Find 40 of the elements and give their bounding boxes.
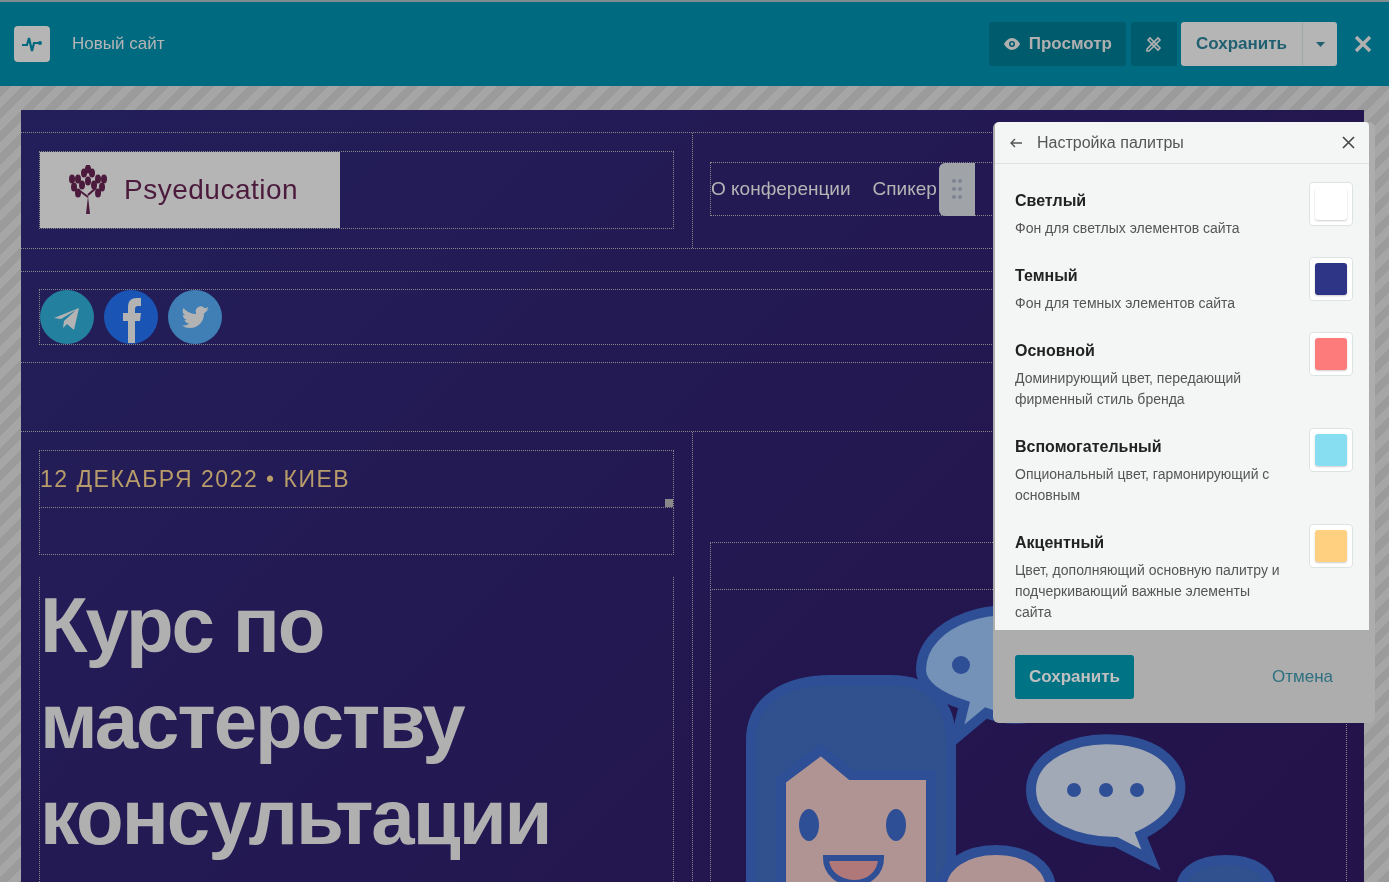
drag-handle[interactable] [938, 162, 975, 216]
nav-link[interactable]: О конференции [711, 178, 851, 200]
color-name: Основной [1015, 342, 1096, 360]
pencil-ruler-icon [1143, 34, 1164, 54]
color-name: Светлый [1015, 192, 1088, 210]
course-heading: Курс по мастерству консультации [40, 580, 552, 863]
panel-title: Настройка палитры [1037, 133, 1185, 152]
cancel-button[interactable]: Отмена [1266, 665, 1339, 688]
color-picker[interactable] [1309, 332, 1353, 376]
caret-icon [1315, 41, 1325, 47]
color-description: Доминирующий цвет, передающий фирменный стиль бренда [1015, 369, 1243, 409]
color-picker[interactable] [1309, 524, 1353, 568]
design-tools-button[interactable] [1130, 22, 1177, 66]
color-description: Цвет, дополняющий основную палитру и подчеркивающий важные элементы сайта [1015, 561, 1281, 622]
logo-image[interactable]: Psyeducation [40, 152, 340, 228]
pulse-logo-icon[interactable] [14, 26, 50, 62]
color-picker[interactable] [1309, 182, 1353, 226]
twitter-icon[interactable] [168, 290, 222, 344]
facebook-icon[interactable] [104, 290, 158, 344]
color-picker[interactable] [1309, 257, 1353, 301]
resize-handle[interactable] [665, 499, 673, 507]
nav-link[interactable]: Спикер [872, 178, 937, 200]
save-button[interactable]: Сохранить [1015, 654, 1135, 699]
color-description: Опциональный цвет, гармонирующий с основным [1015, 465, 1271, 505]
site-title: Новый сайт [72, 34, 165, 54]
color-name: Темный [1015, 267, 1079, 285]
telegram-icon[interactable] [40, 290, 94, 344]
back-arrow-icon[interactable] [1009, 137, 1023, 148]
eye-icon [1002, 38, 1021, 50]
preview-button[interactable]: Просмотр [988, 22, 1126, 66]
color-name: Вспомогательный [1015, 438, 1163, 456]
color-description: Фон для темных элементов сайта [1015, 294, 1237, 313]
color-description: Фон для светлых элементов сайта [1015, 219, 1241, 238]
logo-text: Psyeducation [124, 174, 299, 206]
tree-icon [66, 165, 110, 215]
color-picker[interactable] [1309, 428, 1353, 472]
save-button[interactable]: Сохранить [1180, 22, 1303, 66]
close-icon[interactable] [1342, 136, 1355, 149]
event-date: 12 ДЕКАБРЯ 2022 • КИЕВ [40, 465, 351, 493]
color-name: Акцентный [1015, 534, 1105, 552]
